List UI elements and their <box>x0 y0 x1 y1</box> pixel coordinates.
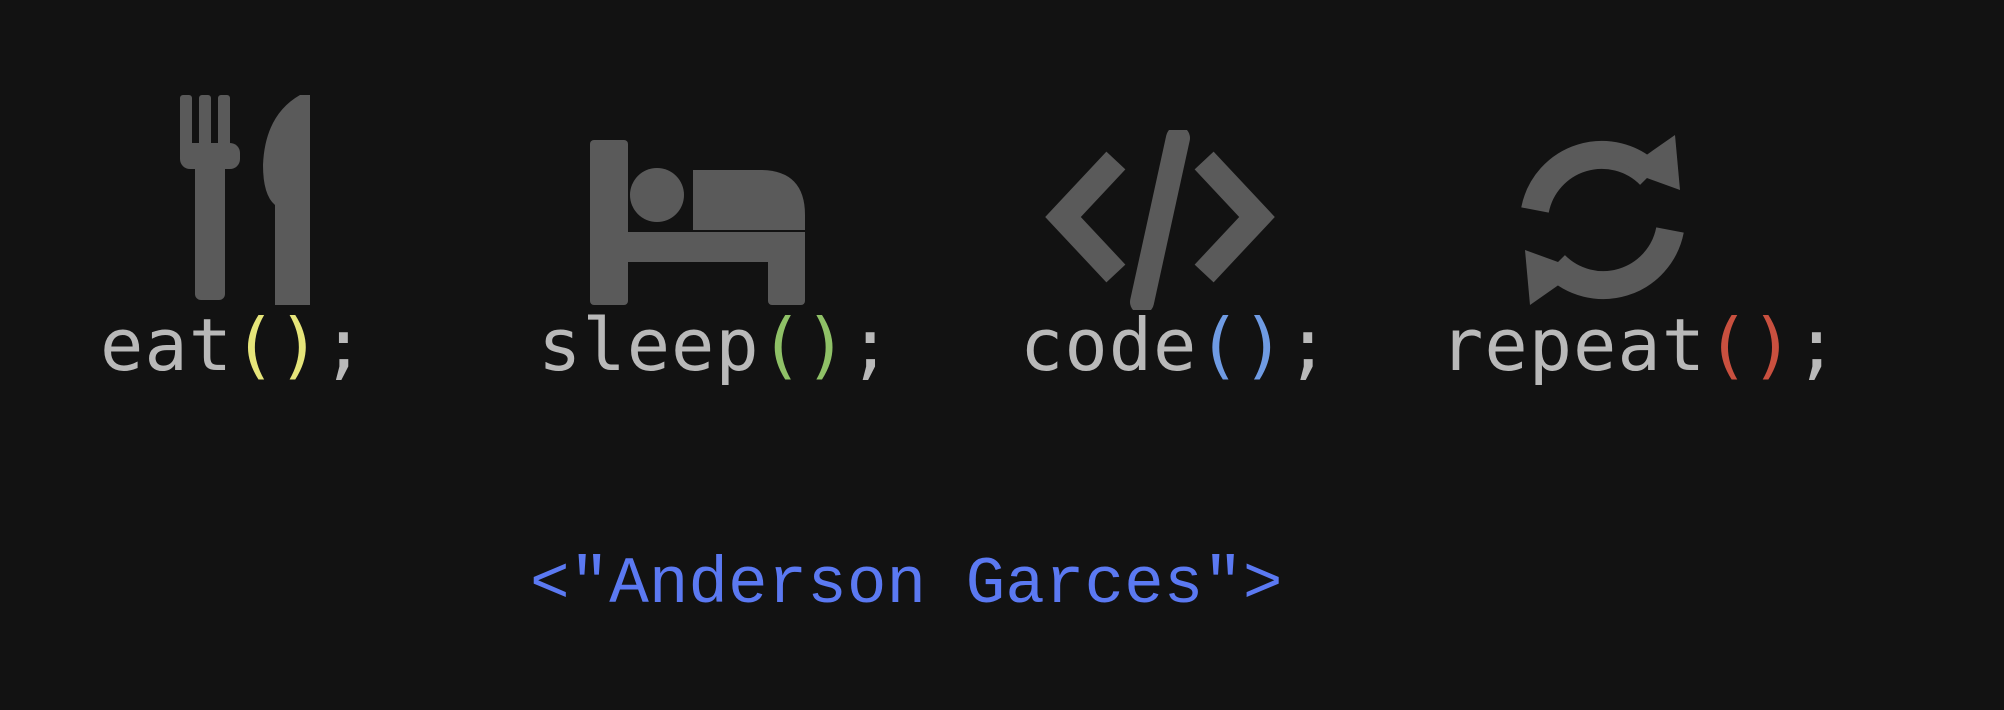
function-name: code <box>1020 303 1198 387</box>
function-name: eat <box>100 303 234 387</box>
fork-knife-icon <box>175 95 320 305</box>
repeat-call: repeat(); <box>1440 300 1839 390</box>
code-life-banner: eat(); sleep(); code(); repeat(); <"Ande… <box>0 0 2004 710</box>
semicolon: ; <box>1794 303 1840 387</box>
code-call: code(); <box>1020 300 1330 390</box>
signature: <"Anderson Garces"> <box>530 547 1283 622</box>
function-name: repeat <box>1440 303 1707 387</box>
code-brackets-icon <box>1045 130 1275 310</box>
sleep-call: sleep(); <box>538 300 893 390</box>
bed-icon <box>585 140 810 305</box>
refresh-icon <box>1510 130 1695 310</box>
function-name: sleep <box>538 303 760 387</box>
semicolon: ; <box>848 303 893 387</box>
parentheses: () <box>233 303 322 387</box>
semicolon: ; <box>1286 303 1331 387</box>
parentheses: () <box>1197 303 1287 387</box>
parentheses: () <box>759 303 849 387</box>
parentheses: () <box>1706 303 1795 387</box>
eat-call: eat(); <box>100 300 366 390</box>
semicolon: ; <box>321 303 367 387</box>
